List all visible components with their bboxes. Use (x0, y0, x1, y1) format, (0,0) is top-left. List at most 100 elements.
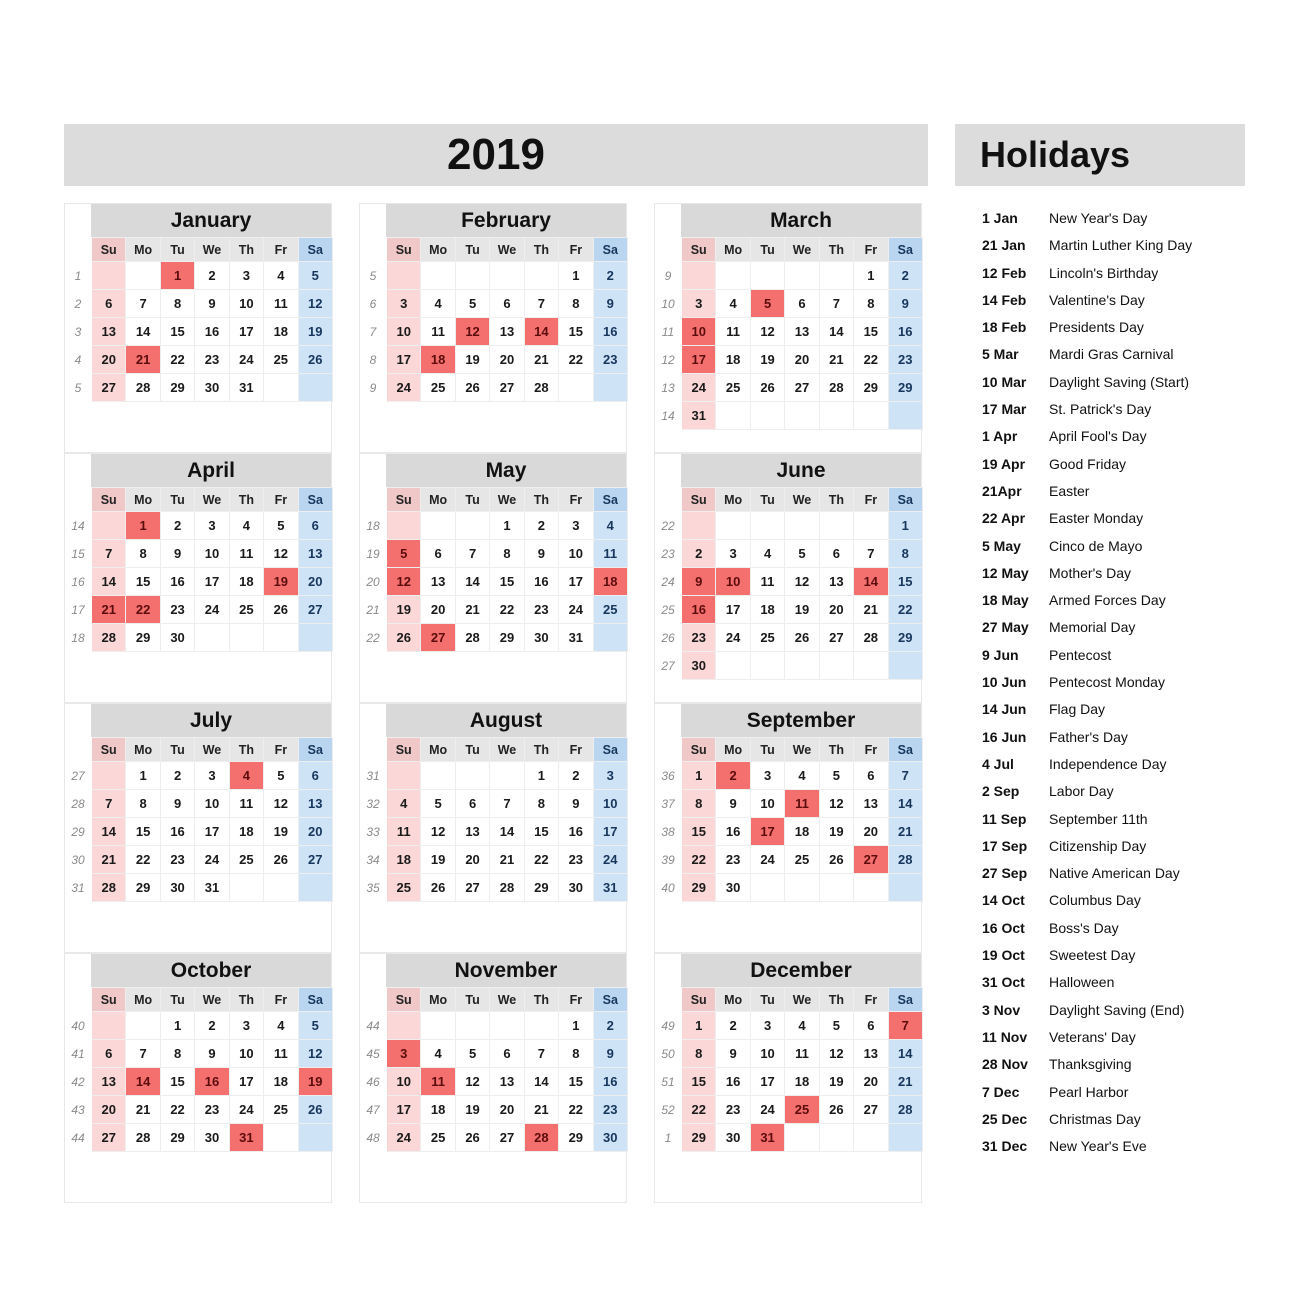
day-cell[interactable]: 7 (125, 289, 161, 318)
day-cell[interactable]: 21 (818, 345, 855, 374)
day-cell[interactable]: 18 (385, 845, 422, 874)
day-cell[interactable]: 24 (749, 1095, 786, 1124)
day-cell[interactable]: 22 (125, 595, 161, 624)
day-cell[interactable]: 5 (749, 289, 786, 318)
day-cell[interactable]: 18 (263, 317, 299, 346)
day-cell[interactable]: 7 (454, 539, 491, 568)
day-cell[interactable]: 13 (297, 789, 334, 818)
day-cell[interactable]: 7 (489, 789, 525, 818)
day-cell[interactable]: 7 (887, 1011, 924, 1040)
day-cell[interactable]: 1 (489, 511, 525, 540)
day-cell[interactable]: 6 (297, 761, 334, 790)
day-cell[interactable]: 19 (454, 345, 491, 374)
day-cell[interactable]: 25 (749, 623, 786, 652)
day-cell[interactable]: 20 (489, 345, 525, 374)
day-cell[interactable]: 22 (680, 845, 717, 874)
day-cell[interactable]: 16 (715, 817, 751, 846)
day-cell[interactable]: 31 (749, 1123, 786, 1152)
day-cell[interactable]: 24 (385, 1123, 422, 1152)
day-cell[interactable]: 30 (523, 623, 560, 652)
day-cell[interactable]: 12 (297, 1039, 334, 1068)
day-cell[interactable]: 10 (194, 789, 230, 818)
day-cell[interactable]: 20 (90, 345, 127, 374)
day-cell[interactable]: 26 (297, 1095, 334, 1124)
day-cell[interactable]: 28 (454, 623, 491, 652)
day-cell[interactable]: 19 (818, 817, 855, 846)
day-cell[interactable]: 28 (90, 623, 127, 652)
day-cell[interactable]: 24 (680, 373, 717, 402)
day-cell[interactable]: 21 (90, 845, 127, 874)
day-cell[interactable]: 27 (297, 845, 334, 874)
day-cell[interactable]: 22 (558, 345, 594, 374)
day-cell[interactable]: 23 (715, 1095, 751, 1124)
day-cell[interactable]: 16 (715, 1067, 751, 1096)
day-cell[interactable]: 26 (784, 623, 820, 652)
day-cell[interactable]: 19 (818, 1067, 855, 1096)
day-cell[interactable]: 21 (523, 1095, 560, 1124)
day-cell[interactable]: 16 (592, 1067, 629, 1096)
day-cell[interactable]: 31 (194, 873, 230, 902)
day-cell[interactable]: 10 (194, 539, 230, 568)
day-cell[interactable]: 11 (263, 289, 299, 318)
day-cell[interactable]: 16 (194, 1067, 230, 1096)
day-cell[interactable]: 29 (125, 623, 161, 652)
day-cell[interactable]: 9 (887, 289, 924, 318)
day-cell[interactable]: 15 (125, 567, 161, 596)
day-cell[interactable]: 26 (818, 1095, 855, 1124)
day-cell[interactable]: 4 (784, 1011, 820, 1040)
day-cell[interactable]: 14 (523, 317, 560, 346)
day-cell[interactable]: 22 (523, 845, 560, 874)
day-cell[interactable]: 24 (715, 623, 751, 652)
day-cell[interactable]: 4 (263, 261, 299, 290)
day-cell[interactable]: 26 (749, 373, 786, 402)
day-cell[interactable]: 7 (887, 761, 924, 790)
day-cell[interactable]: 31 (558, 623, 594, 652)
day-cell[interactable]: 25 (715, 373, 751, 402)
day-cell[interactable]: 28 (523, 373, 560, 402)
day-cell[interactable]: 22 (558, 1095, 594, 1124)
day-cell[interactable]: 15 (159, 317, 196, 346)
day-cell[interactable]: 9 (194, 1039, 230, 1068)
day-cell[interactable]: 13 (454, 817, 491, 846)
day-cell[interactable]: 24 (228, 345, 265, 374)
day-cell[interactable]: 14 (489, 817, 525, 846)
day-cell[interactable]: 15 (125, 817, 161, 846)
day-cell[interactable]: 5 (297, 261, 334, 290)
day-cell[interactable]: 13 (853, 789, 889, 818)
day-cell[interactable]: 22 (489, 595, 525, 624)
day-cell[interactable]: 7 (523, 1039, 560, 1068)
day-cell[interactable]: 17 (194, 567, 230, 596)
day-cell[interactable]: 15 (523, 817, 560, 846)
day-cell[interactable]: 16 (887, 317, 924, 346)
day-cell[interactable]: 18 (749, 595, 786, 624)
day-cell[interactable]: 12 (297, 289, 334, 318)
day-cell[interactable]: 2 (558, 761, 594, 790)
day-cell[interactable]: 7 (523, 289, 560, 318)
day-cell[interactable]: 24 (592, 845, 629, 874)
day-cell[interactable]: 9 (715, 1039, 751, 1068)
day-cell[interactable]: 29 (853, 373, 889, 402)
day-cell[interactable]: 3 (385, 1039, 422, 1068)
day-cell[interactable]: 5 (263, 511, 299, 540)
day-cell[interactable]: 3 (385, 289, 422, 318)
day-cell[interactable]: 8 (680, 789, 717, 818)
day-cell[interactable]: 3 (749, 761, 786, 790)
day-cell[interactable]: 10 (228, 289, 265, 318)
day-cell[interactable]: 28 (887, 845, 924, 874)
day-cell[interactable]: 12 (454, 317, 491, 346)
day-cell[interactable]: 11 (715, 317, 751, 346)
day-cell[interactable]: 8 (680, 1039, 717, 1068)
day-cell[interactable]: 12 (818, 1039, 855, 1068)
day-cell[interactable]: 10 (558, 539, 594, 568)
day-cell[interactable]: 13 (818, 567, 855, 596)
day-cell[interactable]: 26 (297, 345, 334, 374)
day-cell[interactable]: 8 (853, 289, 889, 318)
day-cell[interactable]: 27 (853, 845, 889, 874)
day-cell[interactable]: 25 (228, 845, 265, 874)
day-cell[interactable]: 1 (887, 511, 924, 540)
day-cell[interactable]: 10 (749, 789, 786, 818)
day-cell[interactable]: 6 (818, 539, 855, 568)
day-cell[interactable]: 20 (818, 595, 855, 624)
day-cell[interactable]: 25 (385, 873, 422, 902)
day-cell[interactable]: 2 (592, 261, 629, 290)
